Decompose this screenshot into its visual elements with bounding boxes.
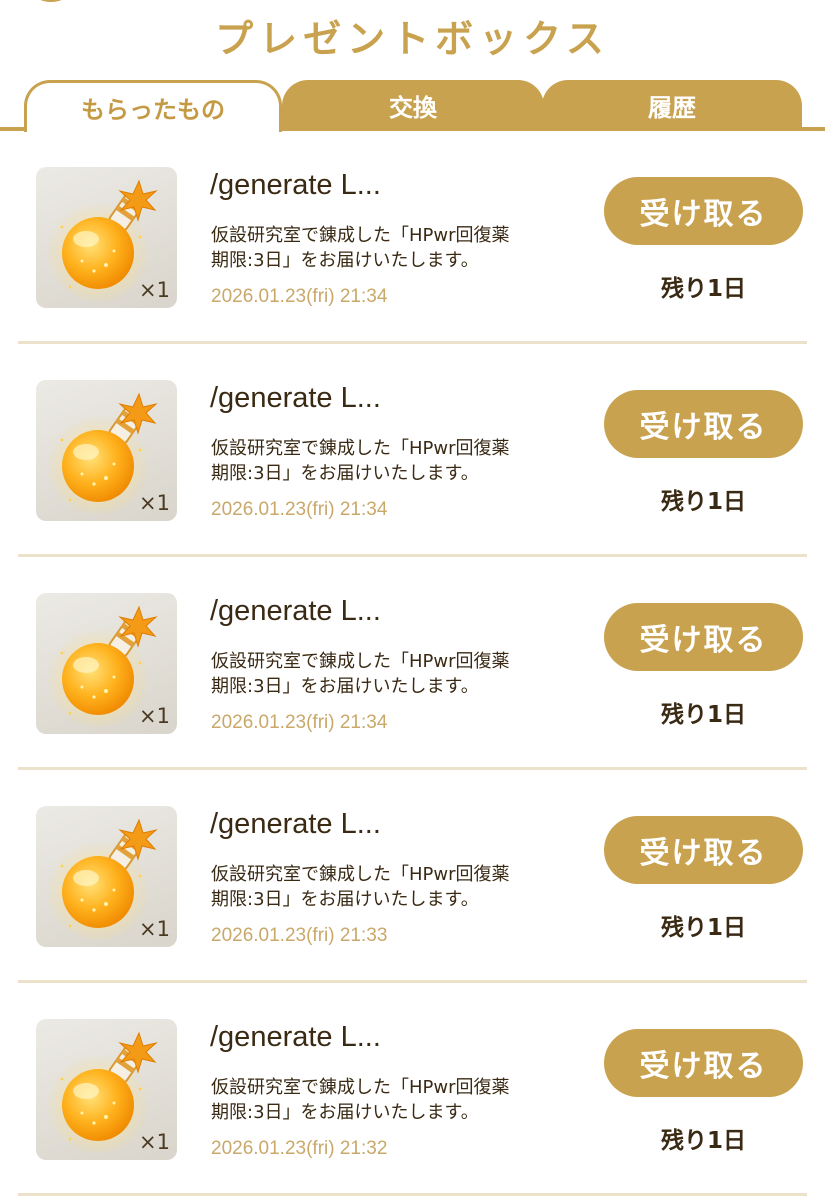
- remaining-days: 残り1日: [660, 915, 746, 941]
- item-quantity: ×1: [139, 278, 170, 302]
- item-date: 2026.01.23(fri) 21:34: [211, 286, 388, 307]
- item-title: /generate L...: [210, 595, 381, 627]
- item-date: 2026.01.23(fri) 21:32: [211, 1138, 388, 1159]
- item-quantity: ×1: [139, 491, 170, 515]
- receive-button[interactable]: 受け取る: [604, 816, 803, 884]
- item-title: /generate L...: [210, 1021, 381, 1053]
- item-thumbnail: ×1: [36, 380, 177, 521]
- item-date: 2026.01.23(fri) 21:34: [211, 499, 388, 520]
- list-item: ×1 /generate L... 仮設研究室で錬成した「HPwr回復薬 期限:…: [0, 983, 825, 1196]
- list-item: ×1 /generate L... 仮設研究室で錬成した「HPwr回復薬 期限:…: [0, 131, 825, 344]
- item-thumbnail: ×1: [36, 593, 177, 734]
- present-list: ×1 /generate L... 仮設研究室で錬成した「HPwr回復薬 期限:…: [0, 131, 825, 1196]
- remaining-days: 残り1日: [660, 1128, 746, 1154]
- item-title: /generate L...: [210, 169, 381, 201]
- item-description: 仮設研究室で錬成した「HPwr回復薬 期限:3日」をお届けいたします。: [211, 1077, 510, 1123]
- page-title: プレゼントボックス: [215, 17, 610, 61]
- present-box-screen: プレゼントボックス もらったもの 交換 履歴 ×1 /generate L...…: [0, 0, 825, 1200]
- item-description: 仮設研究室で錬成した「HPwr回復薬 期限:3日」をお届けいたします。: [211, 438, 510, 484]
- list-item: ×1 /generate L... 仮設研究室で錬成した「HPwr回復薬 期限:…: [0, 344, 825, 557]
- item-description: 仮設研究室で錬成した「HPwr回復薬 期限:3日」をお届けいたします。: [211, 225, 510, 271]
- tab-history[interactable]: 履歴: [542, 80, 802, 131]
- tab-exchange[interactable]: 交換: [282, 80, 544, 131]
- item-quantity: ×1: [139, 1130, 170, 1154]
- item-date: 2026.01.23(fri) 21:34: [211, 712, 388, 733]
- receive-button[interactable]: 受け取る: [604, 603, 803, 671]
- receive-button[interactable]: 受け取る: [604, 390, 803, 458]
- item-quantity: ×1: [139, 704, 170, 728]
- item-thumbnail: ×1: [36, 1019, 177, 1160]
- receive-button[interactable]: 受け取る: [604, 177, 803, 245]
- tab-bar: もらったもの 交換 履歴: [0, 78, 825, 132]
- row-divider: [18, 1193, 807, 1196]
- remaining-days: 残り1日: [660, 276, 746, 302]
- item-quantity: ×1: [139, 917, 170, 941]
- remaining-days: 残り1日: [660, 702, 746, 728]
- item-date: 2026.01.23(fri) 21:33: [211, 925, 388, 946]
- item-description: 仮設研究室で錬成した「HPwr回復薬 期限:3日」をお届けいたします。: [211, 651, 510, 697]
- item-thumbnail: ×1: [36, 167, 177, 308]
- back-badge-icon[interactable]: [22, 0, 80, 2]
- list-item: ×1 /generate L... 仮設研究室で錬成した「HPwr回復薬 期限:…: [0, 770, 825, 983]
- receive-button[interactable]: 受け取る: [604, 1029, 803, 1097]
- remaining-days: 残り1日: [660, 489, 746, 515]
- item-title: /generate L...: [210, 382, 381, 414]
- item-description: 仮設研究室で錬成した「HPwr回復薬 期限:3日」をお届けいたします。: [211, 864, 510, 910]
- item-title: /generate L...: [210, 808, 381, 840]
- tab-received[interactable]: もらったもの: [24, 80, 282, 132]
- list-item: ×1 /generate L... 仮設研究室で錬成した「HPwr回復薬 期限:…: [0, 557, 825, 770]
- item-thumbnail: ×1: [36, 806, 177, 947]
